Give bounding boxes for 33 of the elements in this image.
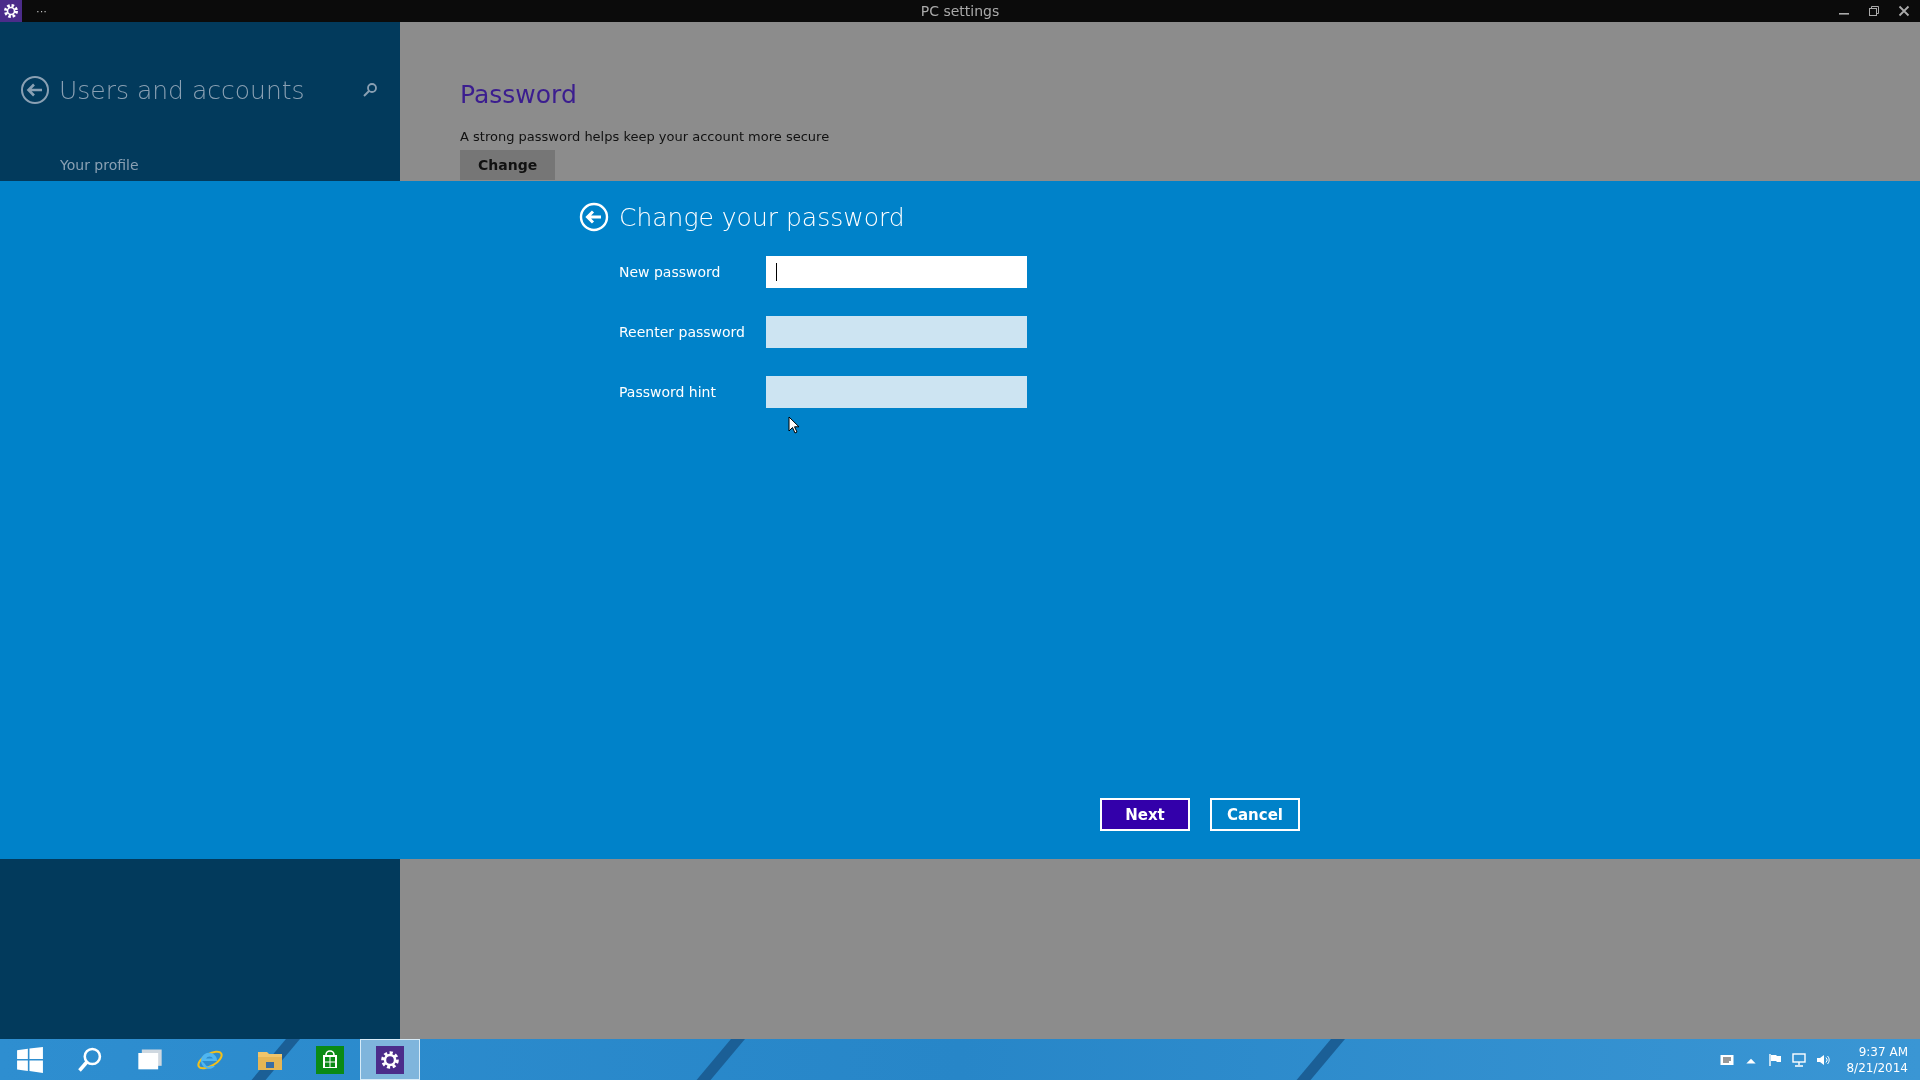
pointer-icon — [788, 416, 800, 434]
field-label: Password hint — [619, 384, 717, 400]
back-icon[interactable] — [20, 75, 50, 105]
change-button[interactable]: Change — [460, 150, 556, 180]
cancel-button[interactable]: Cancel — [1210, 798, 1300, 831]
sidebar-title: Users and accounts — [59, 75, 305, 105]
shopping-bag-icon — [316, 1045, 344, 1074]
clock-date[interactable]: 8/21/2014 — [1846, 1059, 1908, 1076]
field-label: New password — [619, 264, 722, 280]
input-field[interactable] — [766, 256, 1027, 288]
section-heading: Password — [460, 80, 577, 109]
windows-logo-icon — [16, 1045, 44, 1074]
restore-icon[interactable] — [1868, 5, 1880, 17]
speaker-icon[interactable] — [1816, 1052, 1831, 1067]
next-button[interactable]: Next — [1100, 798, 1190, 831]
section-description: A strong password helps keep your account more secure — [460, 129, 830, 144]
window-title: PC settings — [920, 3, 1000, 19]
gear-icon — [0, 0, 22, 22]
network-icon[interactable] — [1792, 1052, 1807, 1067]
field-label: Reenter password — [619, 324, 746, 340]
sidebar-item[interactable]: Your profile — [60, 157, 139, 173]
close-icon[interactable] — [1898, 5, 1910, 17]
flag-icon[interactable] — [1768, 1052, 1783, 1067]
clock-time[interactable]: 9:37 AM — [1858, 1043, 1908, 1060]
gear-icon — [376, 1045, 404, 1074]
dialog-title: Change your password — [619, 202, 905, 232]
search-icon — [76, 1045, 104, 1074]
search-icon[interactable] — [362, 82, 378, 98]
taskbar-button[interactable] — [360, 1039, 420, 1080]
menu-button[interactable]: ··· — [32, 3, 51, 19]
input-field[interactable] — [766, 376, 1027, 408]
input-field[interactable] — [766, 316, 1027, 348]
message-icon[interactable] — [1720, 1052, 1735, 1067]
